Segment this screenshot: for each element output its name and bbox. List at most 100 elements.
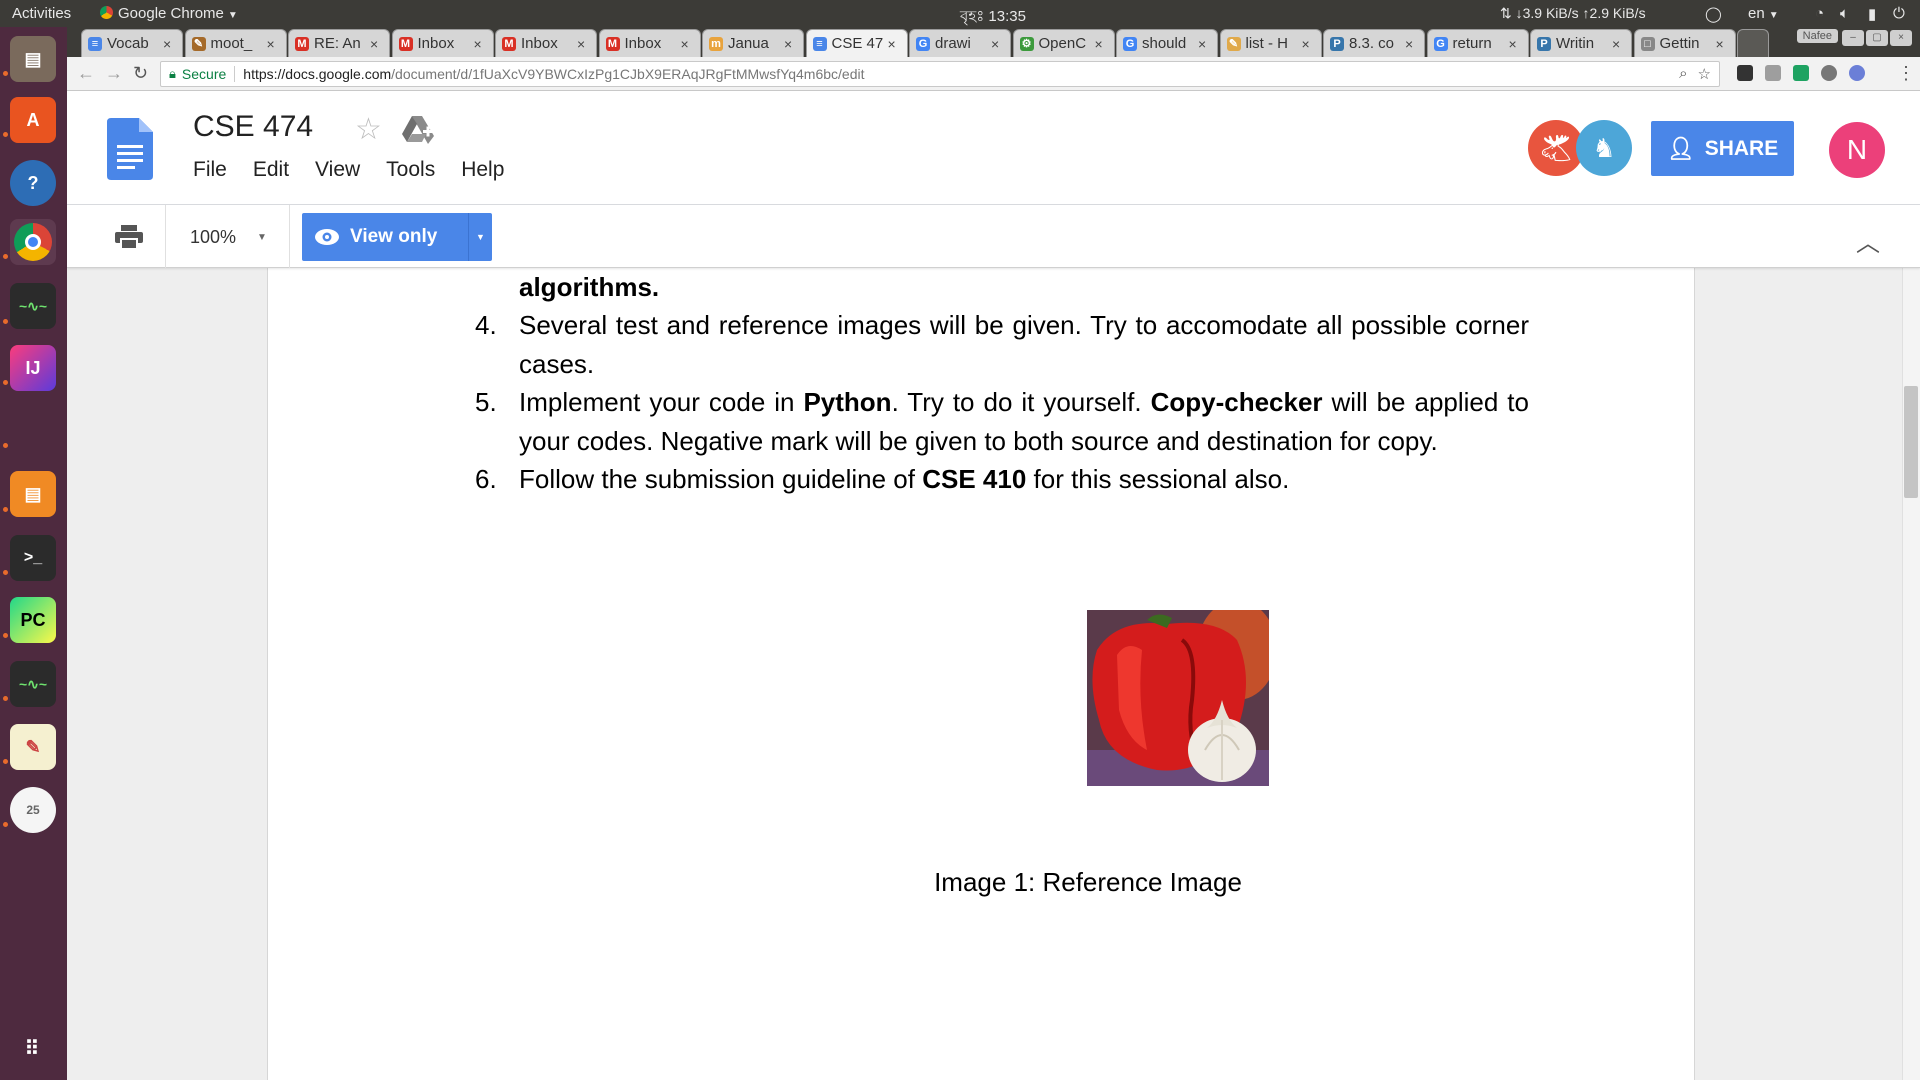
tab-close-icon[interactable]: × — [888, 36, 902, 52]
browser-tab[interactable]: Gshould × — [1116, 29, 1218, 57]
reference-image[interactable] — [1087, 610, 1269, 786]
extension-icon[interactable] — [1821, 65, 1837, 81]
menu-tools[interactable]: Tools — [386, 158, 449, 182]
browser-tab[interactable]: M Inbox × — [391, 29, 494, 57]
intellij-icon[interactable]: IJ — [10, 345, 56, 391]
extension-icon[interactable] — [1793, 65, 1809, 81]
volume-icon[interactable]: 🔈︎ — [1840, 5, 1849, 22]
menu-help[interactable]: Help — [461, 158, 518, 182]
browser-tab[interactable]: ⚙ OpenC × — [1012, 29, 1115, 57]
tab-close-icon[interactable]: × — [474, 36, 488, 52]
document-canvas: coordinate in test image as output. Also… — [67, 268, 1920, 1080]
show-apps-icon[interactable]: ⠿ — [10, 1025, 56, 1071]
zoom-icon[interactable]: ⌕ — [1679, 65, 1687, 83]
reload-icon[interactable]: ↻ — [133, 63, 148, 84]
language-indicator[interactable]: en ▼ — [1748, 5, 1779, 22]
profile-chip[interactable]: Nafee — [1796, 29, 1838, 43]
browser-tab[interactable]: M RE: An × — [288, 29, 390, 57]
extension-icon[interactable] — [1765, 65, 1781, 81]
tab-favicon-icon: M — [502, 36, 516, 51]
tab-close-icon[interactable]: × — [1612, 36, 1626, 52]
tab-close-icon[interactable]: × — [1302, 36, 1316, 52]
chrome-icon[interactable] — [10, 219, 56, 265]
user-avatar[interactable]: N — [1829, 122, 1885, 178]
tab-close-icon[interactable]: × — [1095, 36, 1109, 52]
software-center-icon[interactable]: A — [10, 97, 56, 143]
tab-close-icon[interactable]: × — [681, 36, 695, 52]
browser-tab[interactable]: P Writin × — [1530, 29, 1632, 57]
app-menu[interactable]: Google Chrome ▼ — [100, 5, 238, 22]
docs-logo-icon[interactable] — [107, 118, 153, 180]
sync-icon[interactable]: ◯ — [1705, 5, 1722, 23]
pycharm-icon[interactable]: PC — [10, 597, 56, 643]
tab-close-icon[interactable]: × — [1198, 36, 1212, 52]
browser-tab[interactable]: M Inbox × — [598, 29, 701, 57]
text-editor-icon[interactable]: ✎ — [10, 724, 56, 770]
browser-tab[interactable]: m Janua × — [702, 29, 804, 57]
scrollbar-thumb[interactable] — [1904, 386, 1918, 498]
tab-favicon-icon: ≡ — [812, 36, 827, 51]
share-button[interactable]: 👤︎ SHARE — [1651, 121, 1794, 176]
docs-toolbar: 100% ▼ View only ▼ ︿ — [67, 205, 1920, 268]
url-bar[interactable]: 🔒︎ Secure https://docs.google.com/docume… — [160, 61, 1720, 87]
browser-tab[interactable]: Greturn × — [1426, 29, 1529, 57]
egg-timer-icon[interactable]: 25 — [10, 787, 56, 833]
browser-tab[interactable]: ≡ CSE 47 × — [805, 29, 908, 57]
help-icon[interactable]: ? — [10, 160, 56, 206]
browser-tab[interactable]: M Inbox × — [495, 29, 597, 57]
zoom-select[interactable]: 100% — [190, 227, 236, 248]
add-to-drive-icon[interactable] — [402, 116, 434, 144]
impress-icon[interactable]: ▤ — [10, 471, 56, 517]
scrollbar[interactable] — [1902, 268, 1920, 1080]
chevron-down-icon[interactable]: ▼ — [257, 232, 267, 243]
close-icon[interactable]: × — [1890, 30, 1912, 46]
tab-close-icon[interactable]: × — [991, 36, 1005, 52]
browser-tab[interactable]: ✎ moot_ × — [184, 29, 287, 57]
secure-label: Secure — [181, 66, 227, 82]
back-arrow-icon[interactable]: ← — [77, 63, 95, 84]
wifi-icon[interactable]: ◔ — [1815, 5, 1824, 22]
tab-close-icon[interactable]: × — [370, 36, 384, 52]
menu-view[interactable]: View — [315, 158, 374, 182]
menu-file[interactable]: File — [193, 158, 241, 182]
browser-tab[interactable]: ✎ list - H × — [1219, 29, 1322, 57]
system-monitor-icon[interactable]: ~∿~ — [10, 283, 56, 329]
new-tab-button[interactable] — [1737, 29, 1769, 57]
document-title[interactable]: CSE 474 — [193, 110, 313, 144]
tab-close-icon[interactable]: × — [267, 36, 281, 52]
browser-tab[interactable]: ≡ Vocab × — [81, 29, 183, 57]
file-manager-icon[interactable]: ▤ — [10, 36, 56, 82]
browser-tab[interactable]: Gdrawi × — [909, 29, 1011, 57]
tab-close-icon[interactable]: × — [163, 36, 177, 52]
minimize-icon[interactable]: – — [1842, 30, 1864, 46]
extension-icon[interactable] — [1737, 65, 1753, 81]
tab-close-icon[interactable]: × — [577, 36, 591, 52]
collapse-header-icon[interactable]: ︿ — [1856, 223, 1880, 258]
chevron-down-icon: ▼ — [227, 10, 238, 21]
print-icon[interactable] — [115, 225, 143, 249]
activities-button[interactable]: Activities — [12, 5, 71, 22]
browser-tab[interactable]: P 8.3. co × — [1323, 29, 1425, 57]
menu-edit[interactable]: Edit — [253, 158, 303, 182]
tab-title: Janua — [728, 35, 769, 52]
anonymous-animal-avatar[interactable]: ♞ — [1576, 120, 1632, 176]
tab-close-icon[interactable]: × — [1405, 36, 1419, 52]
terminal-icon[interactable]: >_ — [10, 535, 56, 581]
bookmark-star-icon[interactable]: ☆ — [1698, 65, 1711, 83]
view-only-mode-button[interactable]: View only ▼ — [302, 213, 492, 261]
extension-icon[interactable] — [1849, 65, 1865, 81]
tab-title: should — [1142, 35, 1187, 52]
battery-icon[interactable]: ▮ — [1868, 5, 1876, 23]
maximize-icon[interactable]: ▢ — [1866, 30, 1888, 46]
power-icon[interactable]: ⏻ — [1893, 5, 1905, 22]
tab-close-icon[interactable]: × — [1509, 36, 1523, 52]
chrome-menu-icon[interactable]: ⋮ — [1897, 63, 1915, 84]
network-speed: ⇅ ↓3.9 KiB/s ↑2.9 KiB/s — [1500, 5, 1646, 21]
browser-tab[interactable]: □ Gettin × — [1633, 29, 1736, 57]
star-icon[interactable]: ☆ — [355, 112, 382, 147]
forward-arrow-icon[interactable]: → — [105, 63, 123, 84]
tab-close-icon[interactable]: × — [1716, 36, 1730, 52]
mode-dropdown-caret-icon[interactable]: ▼ — [468, 213, 492, 261]
system-monitor-icon-2[interactable]: ~∿~ — [10, 661, 56, 707]
tab-close-icon[interactable]: × — [784, 36, 798, 52]
